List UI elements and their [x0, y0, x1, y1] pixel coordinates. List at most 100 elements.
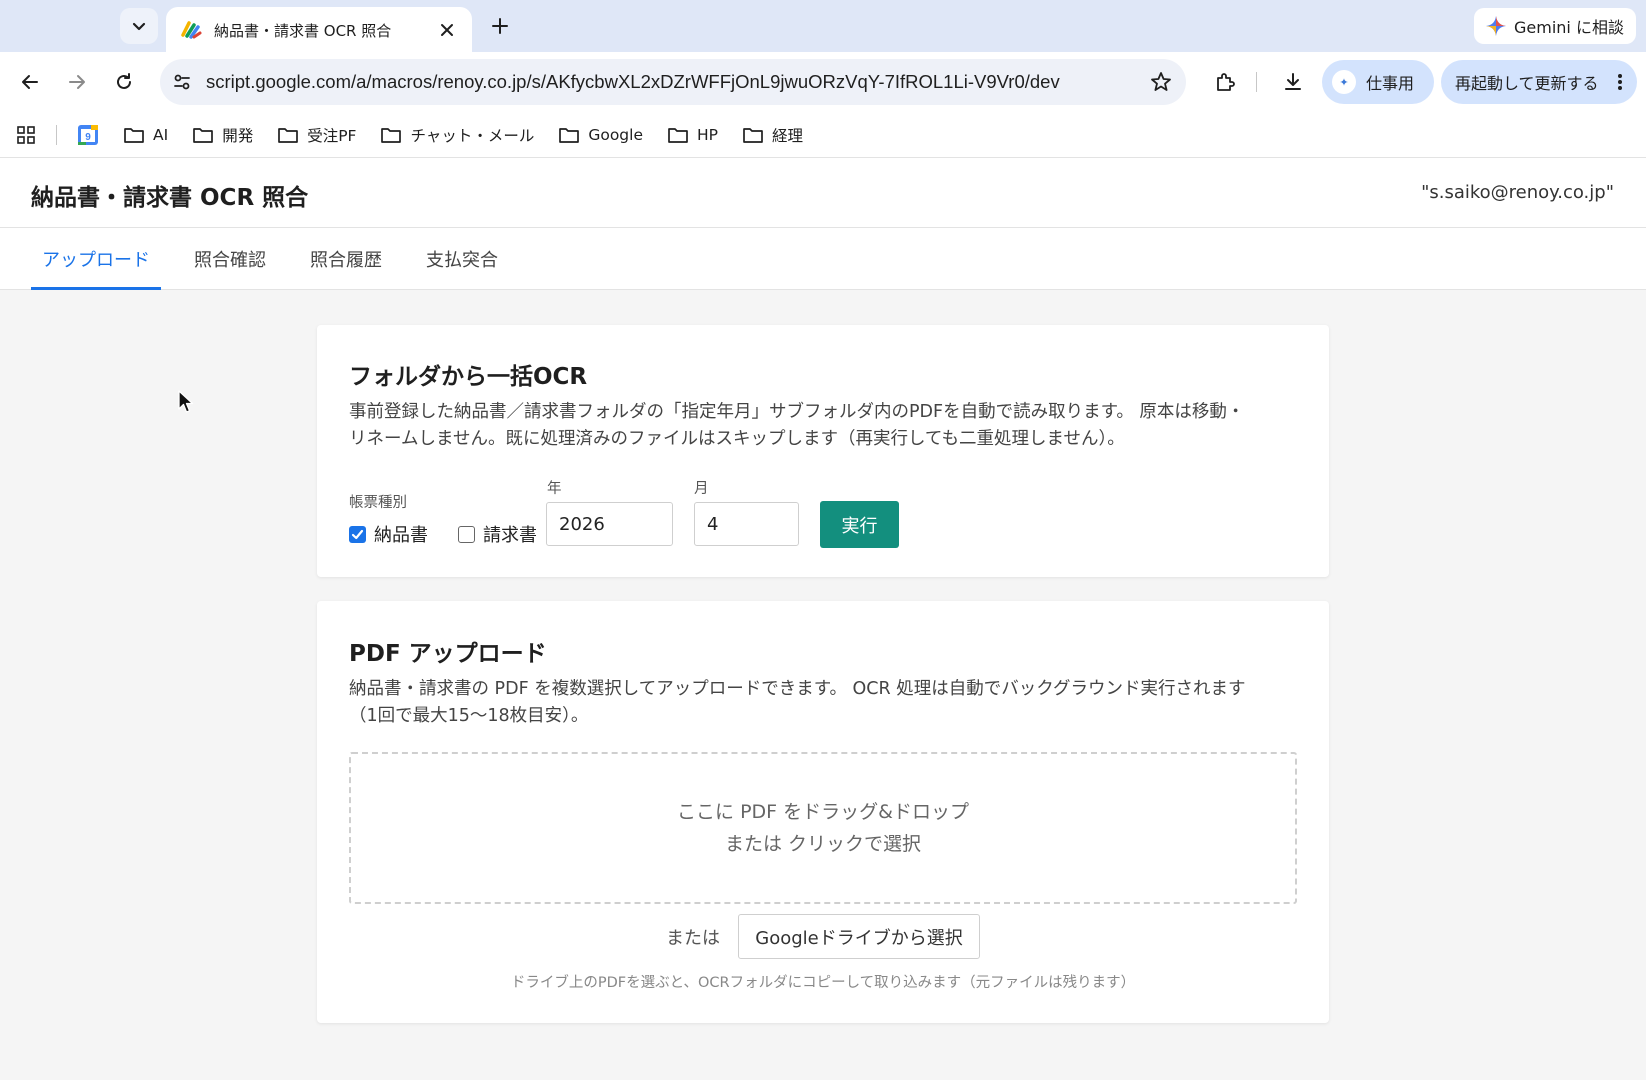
- tab-label: 支払突合: [426, 250, 498, 271]
- description-line: リネームしません。既に処理済みのファイルはスキップします（再実行しても二重処理し…: [349, 429, 1125, 449]
- bookmark-folder-chat[interactable]: チャット・メール: [380, 124, 534, 146]
- folder-icon: [124, 127, 144, 143]
- profile-avatar-icon: ✦: [1332, 70, 1356, 94]
- reload-icon: [117, 73, 131, 89]
- bookmark-folder-dev[interactable]: 開発: [192, 124, 253, 146]
- plus-icon: [492, 18, 508, 34]
- folder-icon: [559, 127, 580, 143]
- tab-search-button[interactable]: [120, 8, 158, 44]
- puzzle-icon: [1217, 73, 1235, 91]
- folder-icon: [743, 127, 763, 143]
- year-input[interactable]: 2026: [546, 502, 673, 546]
- bookmark-google-calendar[interactable]: 9: [77, 124, 99, 146]
- folder-ocr-card: フォルダから一括OCR 事前登録した納品書／請求書フォルダの「指定年月」サブフォ…: [317, 325, 1329, 577]
- browser-toolbar: script.google.com/a/macros/renoy.co.jp/s…: [0, 52, 1646, 112]
- pdf-upload-card: PDF アップロード 納品書・請求書の PDF を複数選択してアップロードできま…: [317, 601, 1329, 1023]
- bookmark-folder-orders[interactable]: 受注PF: [277, 124, 356, 146]
- folder-ocr-description: 事前登録した納品書／請求書フォルダの「指定年月」サブフォルダ内のPDFを自動で読…: [349, 399, 1299, 453]
- bookmark-label: 受注PF: [307, 126, 357, 145]
- year-label: 年: [547, 481, 562, 497]
- or-label: または: [666, 928, 720, 949]
- app-tabs: アップロード 照合確認 照合履歴 支払突合: [0, 228, 1646, 290]
- tab-payment-reconcile[interactable]: 支払突合: [426, 228, 498, 290]
- browser-tab-title: 納品書・請求書 OCR 照合: [214, 21, 392, 40]
- arrow-right-icon: [69, 75, 85, 89]
- apps-grid-icon: [17, 125, 35, 144]
- update-label: 再起動して更新する: [1455, 74, 1599, 93]
- delivery-note-label[interactable]: 納品書: [374, 521, 428, 547]
- pdf-dropzone[interactable]: ここに PDF をドラッグ&ドロップ または クリックで選択: [349, 752, 1297, 904]
- doc-type-options: 納品書 請求書: [349, 521, 537, 547]
- bookmarks-bar: 9 AI 開発 受注PF チャット・メール Google HP 経理: [0, 112, 1646, 158]
- description-line: （1回で最大15〜18枚目安）。: [349, 706, 589, 726]
- month-label: 月: [694, 481, 709, 497]
- extensions-button[interactable]: [1209, 66, 1241, 98]
- forward-button[interactable]: [63, 68, 91, 96]
- bookmark-folder-ai[interactable]: AI: [123, 126, 168, 144]
- browser-tabstrip: 納品書・請求書 OCR 照合 Gemini に相談: [0, 0, 1646, 53]
- bookmarks-divider: [56, 124, 57, 145]
- tab-label: アップロード: [42, 250, 150, 271]
- gemini-label: Gemini に相談: [1514, 18, 1624, 37]
- calendar-day: 9: [85, 132, 91, 143]
- close-icon[interactable]: [436, 19, 458, 41]
- profile-label: 仕事用: [1366, 74, 1415, 93]
- tab-match-history[interactable]: 照合履歴: [310, 228, 382, 290]
- site-info-icon[interactable]: [172, 72, 192, 92]
- folder-ocr-title: フォルダから一括OCR: [349, 364, 588, 390]
- pdf-upload-title: PDF アップロード: [349, 641, 547, 667]
- invoice-checkbox[interactable]: [458, 525, 475, 543]
- address-bar[interactable]: script.google.com/a/macros/renoy.co.jp/s…: [160, 59, 1186, 105]
- more-vert-icon: [1618, 74, 1622, 90]
- browser-tab-active[interactable]: 納品書・請求書 OCR 照合: [166, 7, 472, 53]
- folder-icon: [193, 127, 214, 143]
- apps-grid-button[interactable]: [16, 125, 36, 145]
- user-email: "s.saiko@renoy.co.jp": [1421, 182, 1614, 203]
- bookmark-label: Google: [588, 125, 643, 144]
- folder-icon: [278, 127, 299, 143]
- delivery-note-checkbox[interactable]: [349, 525, 366, 543]
- toolbar-divider: [1256, 72, 1257, 92]
- google-drive-select-button[interactable]: Googleドライブから選択: [738, 914, 980, 959]
- chevron-down-icon: [132, 22, 146, 31]
- download-icon: [1285, 73, 1301, 90]
- tab-label: 照合確認: [194, 250, 266, 271]
- month-input[interactable]: 4: [694, 502, 799, 546]
- folder-icon: [381, 127, 402, 143]
- back-button[interactable]: [16, 68, 44, 96]
- doc-type-label: 帳票種別: [349, 495, 407, 511]
- dropzone-line: または クリックで選択: [724, 833, 922, 855]
- bookmark-label: チャット・メール: [410, 126, 535, 145]
- bookmark-folder-accounting[interactable]: 経理: [742, 124, 803, 146]
- description-line: 納品書・請求書の PDF を複数選択してアップロードできます。 OCR 処理は自…: [349, 679, 1246, 699]
- bookmark-label: HP: [697, 125, 719, 144]
- invoice-label[interactable]: 請求書: [483, 521, 537, 547]
- arrow-left-icon: [22, 75, 38, 89]
- bookmark-label: 開発: [222, 126, 254, 145]
- folder-icon: [668, 127, 688, 143]
- drive-hint: ドライブ上のPDFを選ぶと、OCRフォルダにコピーして取り込みます（元ファイルは…: [510, 975, 1136, 991]
- profile-button[interactable]: ✦ 仕事用: [1322, 60, 1434, 104]
- gemini-sparkle-icon: [1486, 16, 1506, 36]
- url-text[interactable]: script.google.com/a/macros/renoy.co.jp/s…: [206, 71, 1148, 93]
- pdf-upload-description: 納品書・請求書の PDF を複数選択してアップロードできます。 OCR 処理は自…: [349, 676, 1299, 730]
- tab-label: 照合履歴: [310, 250, 382, 271]
- bookmark-folder-google[interactable]: Google: [558, 126, 643, 144]
- bookmark-folder-hp[interactable]: HP: [667, 126, 718, 144]
- update-button[interactable]: 再起動して更新する: [1441, 60, 1637, 104]
- downloads-button[interactable]: [1277, 66, 1309, 98]
- new-tab-button[interactable]: [486, 12, 514, 40]
- tab-match-review[interactable]: 照合確認: [194, 228, 266, 290]
- google-calendar-icon: 9: [78, 124, 98, 145]
- app-header: 納品書・請求書 OCR 照合 "s.saiko@renoy.co.jp": [0, 158, 1646, 228]
- gemini-button[interactable]: Gemini に相談: [1474, 8, 1636, 44]
- tab-upload[interactable]: アップロード: [31, 228, 161, 290]
- bookmark-star-icon[interactable]: [1148, 69, 1174, 95]
- dropzone-line: ここに PDF をドラッグ&ドロップ: [677, 801, 969, 823]
- reload-button[interactable]: [110, 68, 138, 96]
- bookmark-label: 経理: [772, 126, 804, 145]
- page-title: 納品書・請求書 OCR 照合: [31, 185, 309, 211]
- description-line: 事前登録した納品書／請求書フォルダの「指定年月」サブフォルダ内のPDFを自動で読…: [349, 402, 1245, 422]
- mouse-cursor-icon: [178, 390, 194, 413]
- run-button[interactable]: 実行: [820, 501, 899, 548]
